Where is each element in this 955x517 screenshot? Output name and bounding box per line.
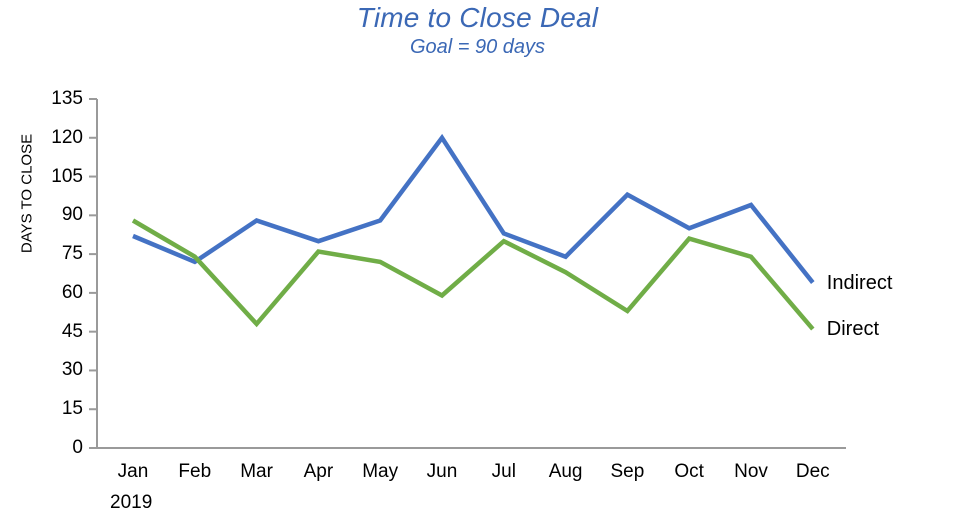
y-tick-label: 135 <box>51 88 83 109</box>
y-tick-label: 15 <box>61 398 83 420</box>
x-tick-label-aug: Aug <box>548 461 583 482</box>
x-tick-label-jan: Jan <box>117 461 149 482</box>
x-tick-label-sep: Sep <box>610 461 645 482</box>
plot-area <box>89 98 846 449</box>
y-tick-label: 90 <box>61 204 83 226</box>
series-label-direct: Direct <box>826 318 880 341</box>
y-tick-label: 120 <box>51 126 83 148</box>
x-tick-label-mar: Mar <box>240 461 273 482</box>
x-tick-label-jun: Jun <box>426 461 458 482</box>
chart-container: Time to Close Deal Goal = 90 days DAYS T… <box>0 0 955 517</box>
series-label-indirect: Indirect <box>826 271 893 294</box>
x-tick-label-jul: Jul <box>491 461 516 482</box>
y-tick-label: 60 <box>61 281 83 303</box>
x-tick-label-may: May <box>362 461 399 482</box>
x-tick-label-feb: Feb <box>178 461 212 482</box>
y-tick-label: 45 <box>61 320 83 342</box>
x-tick-label-nov: Nov <box>734 461 768 482</box>
x-tick-label-oct: Oct <box>674 461 704 482</box>
series-lines <box>131 133 815 331</box>
y-tick-label: 0 <box>72 437 83 458</box>
y-tick-label: 75 <box>61 243 83 265</box>
x-tick-label-apr: Apr <box>303 461 334 482</box>
y-tick-label: 30 <box>61 359 83 381</box>
year-label: 2019 <box>110 492 153 513</box>
series-line-indirect <box>132 133 815 284</box>
y-tick-marks <box>89 98 97 449</box>
y-tick-label: 105 <box>51 165 83 187</box>
x-tick-label-dec: Dec <box>795 461 830 482</box>
